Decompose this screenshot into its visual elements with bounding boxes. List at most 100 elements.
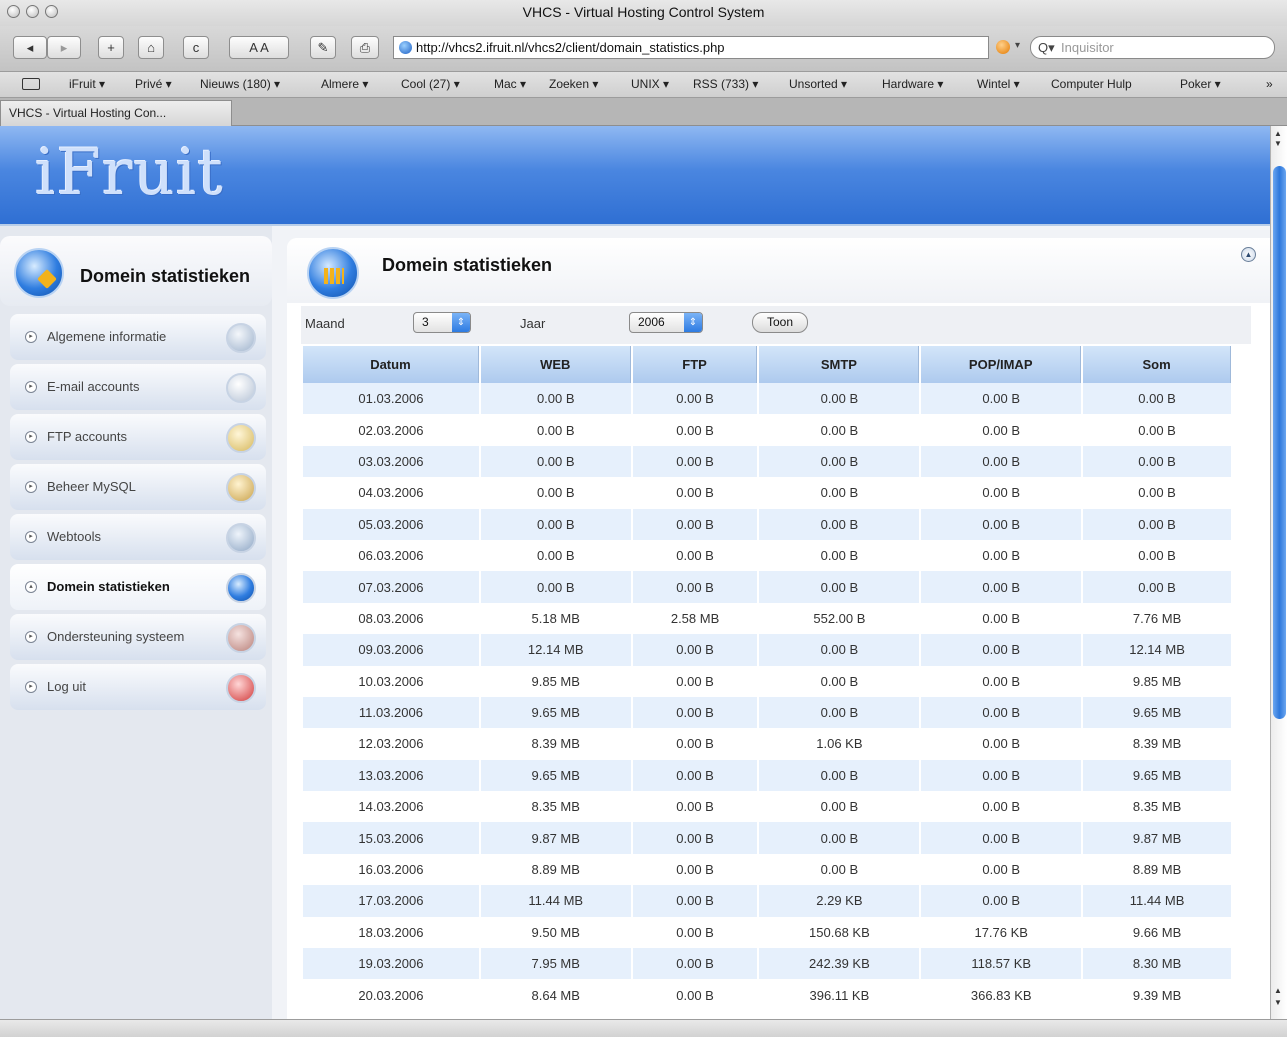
info-icon — [226, 323, 256, 353]
snapback-icon[interactable] — [996, 40, 1010, 54]
print-button[interactable]: ⎙ — [351, 36, 379, 59]
scroll-down-icon[interactable]: ▼ — [1274, 998, 1282, 1007]
bookmark-item[interactable]: Cool (27) ▾ — [401, 77, 460, 91]
cell-ftp: 0.00 B — [632, 414, 758, 446]
bookmark-item[interactable]: RSS (733) ▾ — [693, 77, 758, 91]
home-button[interactable]: ⌂ — [138, 36, 164, 59]
statistics-chart-icon — [307, 247, 359, 299]
cell-ftp: 0.00 B — [632, 539, 758, 572]
bookmarks-overflow[interactable]: » — [1266, 77, 1273, 91]
sidebar-item-log-uit[interactable]: ▸ Log uit — [10, 664, 266, 710]
sidebar-item-algemene-informatie[interactable]: ▸ Algemene informatie — [10, 314, 266, 360]
toon-button[interactable]: Toon — [752, 312, 808, 333]
address-bar[interactable]: http://vhcs2.ifruit.nl/vhcs2/client/doma… — [393, 36, 989, 59]
cell-pop-imap: 0.00 B — [921, 539, 1082, 572]
cell-smtp: 0.00 B — [759, 665, 920, 697]
add-bookmark-button[interactable]: + — [98, 36, 124, 59]
table-row: 09.03.2006 12.14 MB 0.00 B 0.00 B 0.00 B 12.1… — [303, 634, 1231, 666]
bookmark-item[interactable]: iFruit ▾ — [69, 77, 105, 91]
search-input[interactable]: Q▾ Inquisitor — [1030, 36, 1275, 59]
bookmark-item[interactable]: Unsorted ▾ — [789, 77, 847, 91]
text-size-button[interactable]: A A — [229, 36, 289, 59]
cell-smtp: 0.00 B — [759, 696, 920, 729]
header-banner: iFruit — [0, 126, 1270, 226]
support-icon — [226, 623, 256, 653]
cell-smtp: 0.00 B — [759, 539, 920, 572]
scroll-up-icon[interactable]: ▲ — [1274, 986, 1282, 995]
table-row: 11.03.2006 9.65 MB 0.00 B 0.00 B 0.00 B 9.65 … — [303, 696, 1231, 729]
bookmark-item[interactable]: Mac ▾ — [494, 77, 526, 91]
cell-som: 8.30 MB — [1083, 948, 1231, 980]
cell-pop-imap: 0.00 B — [921, 791, 1082, 823]
sidebar-item-email-accounts[interactable]: ▸ E-mail accounts — [10, 364, 266, 410]
bookmarks-book-icon[interactable] — [22, 78, 40, 90]
column-header-pop-imap: POP/IMAP — [921, 346, 1082, 383]
sidebar: Domein statistieken ▸ Algemene informati… — [0, 226, 272, 1019]
bookmark-item[interactable]: Privé ▾ — [135, 77, 172, 91]
cell-smtp: 0.00 B — [759, 445, 920, 478]
cell-datum: 18.03.2006 — [303, 916, 479, 949]
cell-datum: 03.03.2006 — [303, 445, 479, 478]
sidebar-item-webtools[interactable]: ▸ Webtools — [10, 514, 266, 560]
arrow-right-icon: ▸ — [25, 381, 37, 393]
bookmark-item[interactable]: Almere ▾ — [321, 77, 368, 91]
cell-ftp: 0.00 B — [632, 979, 758, 1011]
sidebar-item-ondersteuning-systeem[interactable]: ▸ Ondersteuning systeem — [10, 614, 266, 660]
collapse-icon[interactable]: ▲ — [1241, 247, 1256, 262]
bookmark-item[interactable]: Zoeken ▾ — [549, 77, 598, 91]
cell-som: 9.65 MB — [1083, 759, 1231, 792]
back-button[interactable]: ◂ — [13, 36, 47, 59]
scroll-down-icon[interactable]: ▼ — [1274, 139, 1282, 148]
statistics-icon — [14, 248, 64, 298]
bookmark-item[interactable]: Wintel ▾ — [977, 77, 1020, 91]
cell-som: 7.76 MB — [1083, 602, 1231, 635]
cell-smtp: 0.00 B — [759, 508, 920, 540]
vertical-scrollbar[interactable]: ▲ ▼ ▲ ▼ — [1270, 126, 1287, 1019]
cell-web: 9.65 MB — [480, 759, 631, 792]
arrow-right-icon: ▸ — [25, 631, 37, 643]
bookmark-item[interactable]: Computer Hulp — [1051, 77, 1132, 91]
page-content: iFruit Domein statistieken ▸ Algemene in… — [0, 126, 1270, 1019]
cell-datum: 09.03.2006 — [303, 634, 479, 666]
forward-button[interactable]: ▸ — [47, 36, 81, 59]
bookmark-item[interactable]: Nieuws (180) ▾ — [200, 77, 280, 91]
year-select[interactable]: 2006 ⇕ — [629, 312, 703, 333]
cell-pop-imap: 17.76 KB — [921, 916, 1082, 949]
cell-smtp: 242.39 KB — [759, 948, 920, 980]
globe-icon — [399, 41, 412, 54]
column-header-datum: Datum — [303, 346, 479, 383]
arrow-right-icon: ▸ — [25, 681, 37, 693]
sidebar-item-ftp-accounts[interactable]: ▸ FTP accounts — [10, 414, 266, 460]
database-icon — [226, 473, 256, 503]
cell-datum: 19.03.2006 — [303, 948, 479, 980]
cell-web: 8.39 MB — [480, 728, 631, 760]
tab-vhcs[interactable]: VHCS - Virtual Hosting Con... — [0, 100, 232, 126]
cell-pop-imap: 0.00 B — [921, 759, 1082, 792]
table-row: 01.03.2006 0.00 B 0.00 B 0.00 B 0.00 B 0.00 B — [303, 383, 1231, 415]
bookmark-item[interactable]: Poker ▾ — [1180, 77, 1221, 91]
chevron-down-icon[interactable]: ▾ — [1015, 40, 1020, 51]
reload-button[interactable]: c — [183, 36, 209, 59]
month-select[interactable]: 3 ⇕ — [413, 312, 471, 333]
scrollbar-thumb[interactable] — [1273, 166, 1286, 719]
cell-pop-imap: 0.00 B — [921, 445, 1082, 478]
folder-icon — [226, 423, 256, 453]
sidebar-item-beheer-mysql[interactable]: ▸ Beheer MySQL — [10, 464, 266, 510]
scroll-up-icon[interactable]: ▲ — [1274, 129, 1282, 138]
month-value: 3 — [422, 315, 429, 329]
cell-web: 0.00 B — [480, 571, 631, 603]
arrow-right-icon: ▸ — [25, 331, 37, 343]
cell-pop-imap: 118.57 KB — [921, 948, 1082, 980]
sidebar-item-domein-statistieken[interactable]: ▴ Domein statistieken — [10, 564, 266, 610]
table-row: 19.03.2006 7.95 MB 0.00 B 242.39 KB 118.57 K… — [303, 948, 1231, 980]
arrow-up-icon: ▴ — [25, 581, 37, 593]
bookmark-item[interactable]: Hardware ▾ — [882, 77, 943, 91]
cell-som: 8.35 MB — [1083, 791, 1231, 823]
cell-pop-imap: 0.00 B — [921, 853, 1082, 886]
cell-smtp: 0.00 B — [759, 571, 920, 603]
logout-icon — [226, 673, 256, 703]
edit-button[interactable]: ✎ — [310, 36, 336, 59]
cell-web: 8.89 MB — [480, 853, 631, 886]
table-row: 07.03.2006 0.00 B 0.00 B 0.00 B 0.00 B 0.00 B — [303, 571, 1231, 603]
bookmark-item[interactable]: UNIX ▾ — [631, 77, 669, 91]
